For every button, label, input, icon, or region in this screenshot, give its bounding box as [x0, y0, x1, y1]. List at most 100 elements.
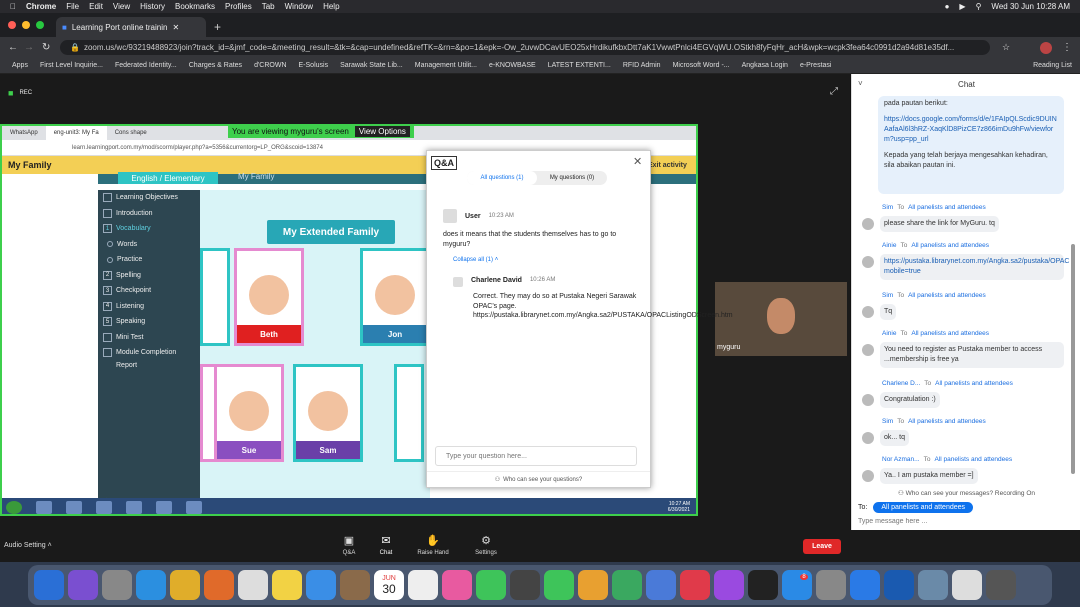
menu-tab[interactable]: Tab: [262, 2, 275, 11]
bookmark-star-icon[interactable]: ☆: [1002, 42, 1010, 53]
lesson-menu-item[interactable]: 1 Vocabulary: [98, 221, 200, 237]
bookmark-item[interactable]: E-Solusis: [299, 62, 329, 69]
chrome-app-icon[interactable]: [186, 500, 202, 514]
dock-app-icon[interactable]: [612, 570, 642, 600]
family-card[interactable]: Beth: [234, 248, 304, 346]
lesson-menu-item[interactable]: 3 Checkpoint: [98, 283, 200, 299]
tab-close-icon[interactable]: ✕: [172, 23, 179, 32]
dock-app-icon[interactable]: 8: [782, 570, 812, 600]
ie-icon[interactable]: [36, 500, 52, 514]
bookmark-item[interactable]: d'CROWN: [254, 62, 286, 69]
lesson-menu-item[interactable]: Practice: [98, 252, 200, 268]
dock-app-icon[interactable]: [748, 570, 778, 600]
subtab-english-elementary[interactable]: English / Elementary: [118, 172, 218, 184]
audio-setting-button[interactable]: Audio Setting ˄: [4, 542, 52, 549]
dock-app-icon[interactable]: [68, 570, 98, 600]
chat-message-text[interactable]: https://pustaka.librarynet.com.my/Angka.…: [880, 254, 1070, 280]
video-tile[interactable]: myguru: [715, 282, 847, 356]
dock-app-icon[interactable]: [476, 570, 506, 600]
bookmark-item[interactable]: Management Utilit...: [415, 62, 477, 69]
calendar-icon[interactable]: JUN 30: [374, 570, 404, 600]
bookmark-item[interactable]: Apps: [12, 62, 28, 69]
menubar-clock[interactable]: Wed 30 Jun 10:28 AM: [991, 2, 1070, 11]
menu-edit[interactable]: Edit: [89, 2, 103, 11]
search-icon[interactable]: ⚲: [976, 2, 982, 11]
wifi-icon[interactable]: ●: [945, 2, 950, 11]
bookmark-item[interactable]: Federated Identity...: [115, 62, 177, 69]
dock-app-icon[interactable]: [918, 570, 948, 600]
lesson-menu-item[interactable]: 2 Spelling: [98, 268, 200, 284]
lesson-menu-item[interactable]: Learning Objectives: [98, 190, 200, 206]
chat-first-link[interactable]: https://docs.google.com/forms/d/e/1FAIpQ…: [884, 115, 1058, 145]
dock-app-icon[interactable]: [680, 570, 710, 600]
shared-tab[interactable]: eng-unit3: My Fa: [45, 126, 107, 140]
lesson-menu-item[interactable]: Words: [98, 237, 200, 253]
subtab-my-family[interactable]: My Family: [238, 172, 274, 181]
chat-scrollbar[interactable]: [1071, 244, 1075, 474]
back-icon[interactable]: ←: [8, 42, 18, 53]
lesson-menu-item[interactable]: Module Completion: [98, 345, 200, 361]
menu-kebab-icon[interactable]: ⋮: [1062, 42, 1072, 53]
menu-history[interactable]: History: [140, 2, 165, 11]
zoom-app-icon[interactable]: [156, 500, 172, 514]
dock-app-icon[interactable]: [204, 570, 234, 600]
dock-app-icon[interactable]: [544, 570, 574, 600]
qa-footer[interactable]: ⚇ Who can see your questions?: [427, 471, 650, 487]
exit-activity-link[interactable]: Exit activity: [648, 156, 687, 174]
bookmark-item[interactable]: Charges & Rates: [189, 62, 242, 69]
menu-file[interactable]: File: [66, 2, 79, 11]
bookmark-item[interactable]: Reading List: [1033, 62, 1072, 69]
bookmark-item[interactable]: Sarawak State Lib...: [340, 62, 403, 69]
family-card[interactable]: Sam: [293, 364, 363, 462]
close-window-button[interactable]: [8, 21, 16, 29]
reload-icon[interactable]: ↻: [42, 42, 50, 53]
raise-hand-button[interactable]: ✋ Raise Hand: [408, 534, 458, 556]
media-icon[interactable]: [96, 500, 112, 514]
view-options-button[interactable]: View Options: [354, 126, 410, 137]
bookmark-item[interactable]: LATEST EXTENTI...: [548, 62, 611, 69]
menu-chrome[interactable]: Chrome: [26, 2, 56, 11]
browser-tab-active[interactable]: ■ Learning Port online trainin ✕: [56, 17, 206, 37]
dock-app-icon[interactable]: [816, 570, 846, 600]
lesson-menu-item[interactable]: Mini Test: [98, 330, 200, 346]
lesson-menu-item[interactable]: Report: [98, 361, 200, 370]
menu-window[interactable]: Window: [285, 2, 313, 11]
volume-icon[interactable]: ▶: [959, 2, 965, 11]
dock-app-icon[interactable]: [714, 570, 744, 600]
dock-app-icon[interactable]: [884, 570, 914, 600]
collapse-all-link[interactable]: Collapse all (1) ˄: [453, 257, 498, 263]
dock-app-icon[interactable]: [986, 570, 1016, 600]
bookmark-item[interactable]: e-KNOWBASE: [489, 62, 536, 69]
shared-tab[interactable]: WhatsApp: [2, 126, 46, 140]
lesson-menu-item[interactable]: 5 Speaking: [98, 314, 200, 330]
chat-button[interactable]: ✉ Chat: [361, 534, 411, 556]
profile-avatar[interactable]: [1040, 41, 1052, 54]
dock-app-icon[interactable]: [442, 570, 472, 600]
dock-app-icon[interactable]: [34, 570, 64, 600]
tab-my-questions[interactable]: My questions (0): [537, 171, 607, 185]
who-can-see-messages[interactable]: ⚇ Who can see your messages? Recording O…: [852, 489, 1080, 497]
bookmark-item[interactable]: Microsoft Word -...: [673, 62, 730, 69]
dock-app-icon[interactable]: [136, 570, 166, 600]
menu-bookmarks[interactable]: Bookmarks: [175, 2, 215, 11]
menu-view[interactable]: View: [113, 2, 130, 11]
bookmark-item[interactable]: RFID Admin: [623, 62, 661, 69]
maximize-window-button[interactable]: [36, 21, 44, 29]
lesson-menu-item[interactable]: 4 Listening: [98, 299, 200, 315]
dock-app-icon[interactable]: [102, 570, 132, 600]
bookmark-item[interactable]: First Level Inquirie...: [40, 62, 103, 69]
forward-icon[interactable]: →: [24, 42, 34, 53]
dock-app-icon[interactable]: [272, 570, 302, 600]
expand-icon[interactable]: ⤢: [830, 86, 838, 97]
family-card[interactable]: Jon: [360, 248, 430, 346]
app-icon[interactable]: [126, 500, 142, 514]
family-card[interactable]: Sue: [214, 364, 284, 462]
new-tab-icon[interactable]: +: [214, 20, 221, 34]
settings-button[interactable]: ⚙ Settings: [461, 534, 511, 556]
address-bar[interactable]: 🔒 zoom.us/wc/93219488923/join?track_id=&…: [60, 40, 990, 55]
lesson-menu-item[interactable]: Introduction: [98, 206, 200, 222]
bookmark-item[interactable]: e-Prestasi: [800, 62, 832, 69]
chat-input[interactable]: [858, 514, 1068, 528]
menu-help[interactable]: Help: [323, 2, 339, 11]
tab-all-questions[interactable]: All questions (1): [467, 171, 537, 185]
